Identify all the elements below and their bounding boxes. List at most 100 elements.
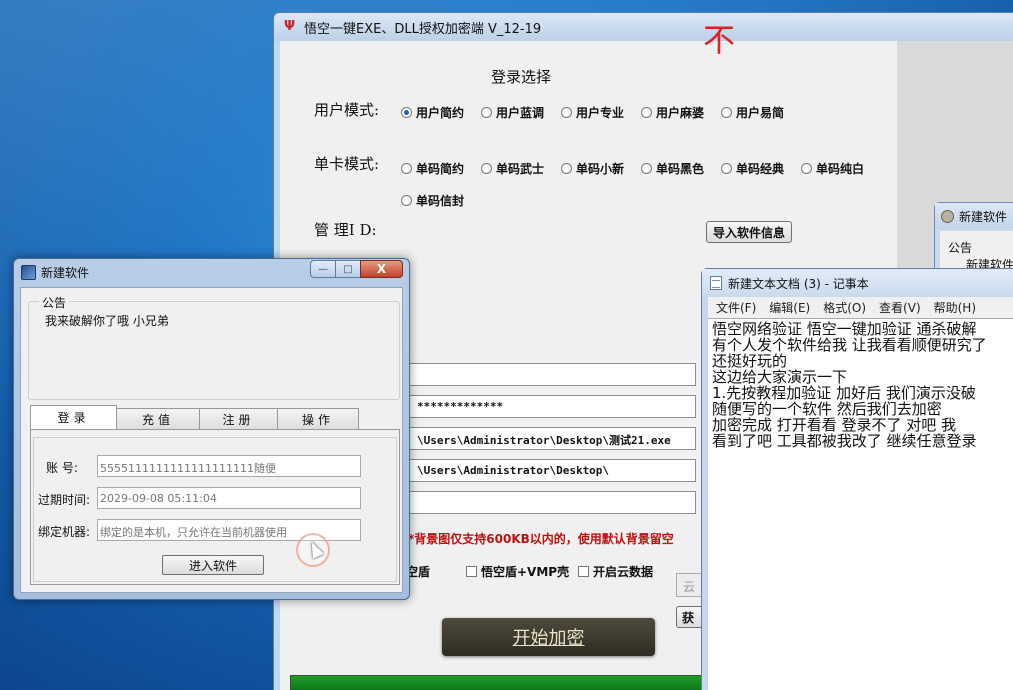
- enter-software-button[interactable]: 进入软件: [162, 555, 264, 575]
- radio-card-black[interactable]: 单码黑色: [641, 160, 704, 177]
- card-mode-label: 单卡模式:: [314, 155, 380, 173]
- radio-card-envelope[interactable]: 单码信封: [401, 192, 464, 209]
- tab-register[interactable]: 注册: [199, 408, 278, 429]
- progress-bar: [290, 675, 715, 690]
- radio-dot: [481, 107, 492, 118]
- app-icon: [941, 209, 954, 223]
- login-client-area: 公告 我来破解你了哦 小兄弟 登录 充值 注册 操作 账 号: 55551111…: [20, 287, 403, 593]
- window-controls: — □ X: [310, 260, 403, 278]
- notepad-title: 新建文本文档 (3) - 记事本: [728, 276, 869, 291]
- expiry-input[interactable]: 2029-09-08 05:11:04: [97, 487, 361, 509]
- notepad-icon: [710, 276, 722, 290]
- main-text-field[interactable]: [406, 363, 696, 386]
- login-title-bar[interactable]: 新建软件 — □ X: [14, 259, 409, 286]
- start-encrypt-button[interactable]: 开始加密: [442, 618, 655, 656]
- radio-card-white[interactable]: 单码纯白: [801, 160, 864, 177]
- radio-card-simple[interactable]: 单码简约: [401, 160, 464, 177]
- radio-dot: [801, 163, 812, 174]
- menu-view[interactable]: 查看(V): [879, 299, 921, 316]
- account-label: 账 号:: [46, 461, 78, 475]
- main-title-bar[interactable]: Ψ 悟空一键EXE、DLL授权加密端 V_12-19: [274, 13, 1013, 41]
- radio-user-blue[interactable]: 用户蓝调: [481, 104, 544, 121]
- tab-login[interactable]: 登录: [30, 405, 117, 429]
- radio-card-samurai[interactable]: 单码武士: [481, 160, 544, 177]
- login-tab-panel: 账 号: 5555111111111111111111随便 过期时间: 2029…: [30, 429, 400, 585]
- user-mode-label: 用户模式:: [314, 101, 380, 119]
- notepad-text-area[interactable]: 悟空网络验证 悟空一键加验证 通杀破解 有个人发个软件给我 让我看看顺便研究了 …: [708, 318, 1013, 690]
- text-line: 加密完成 打开看看 登录不了 对吧 我: [712, 416, 957, 434]
- radio-card-xiaoxin[interactable]: 单码小新: [561, 160, 624, 177]
- radio-user-pro[interactable]: 用户专业: [561, 104, 624, 121]
- radio-label: 单码经典: [736, 162, 785, 176]
- menu-help[interactable]: 帮助(H): [934, 299, 976, 316]
- exe-path-field[interactable]: \Users\Administrator\Desktop\测试21.exe: [406, 427, 696, 450]
- minimize-button[interactable]: —: [310, 260, 336, 278]
- notepad-window: 新建文本文档 (3) - 记事本 文件(F) 编辑(E) 格式(O) 查看(V)…: [701, 268, 1013, 690]
- radio-label: 单码武士: [496, 162, 545, 176]
- radio-user-mapo[interactable]: 用户麻婆: [641, 104, 704, 121]
- maximize-button[interactable]: □: [335, 260, 361, 278]
- get-button[interactable]: 获: [676, 606, 704, 628]
- background-note: *背景图仅支持600KB以内的，使用默认背景留空: [408, 532, 674, 546]
- radio-card-classic[interactable]: 单码经典: [721, 160, 784, 177]
- radio-label: 单码纯白: [816, 162, 865, 176]
- radio-dot: [401, 195, 412, 206]
- account-input[interactable]: 5555111111111111111111随便: [97, 455, 361, 477]
- import-software-button[interactable]: 导入软件信息: [706, 221, 792, 243]
- radio-label: 单码小新: [576, 162, 625, 176]
- radio-label: 用户专业: [576, 106, 625, 120]
- checkbox-cloud-data[interactable]: 开启云数据: [578, 563, 653, 580]
- radio-label: 用户麻婆: [656, 106, 705, 120]
- password-field[interactable]: *************: [406, 395, 696, 418]
- notice-text: 我来破解你了哦 小兄弟: [45, 314, 169, 328]
- notepad-menu-bar: 文件(F) 编辑(E) 格式(O) 查看(V) 帮助(H): [708, 297, 1013, 318]
- partial-title-bar[interactable]: 新建软件: [935, 203, 1013, 229]
- close-button[interactable]: X: [360, 260, 403, 278]
- radio-label: 用户易简: [736, 106, 785, 120]
- partial-window-title: 新建软件: [959, 209, 1008, 224]
- tab-operation[interactable]: 操作: [277, 408, 359, 429]
- notepad-title-bar[interactable]: 新建文本文档 (3) - 记事本: [702, 269, 1013, 297]
- radio-label: 单码信封: [416, 194, 465, 208]
- radio-user-simple[interactable]: 用户简约: [401, 104, 464, 121]
- radio-label: 单码黑色: [656, 162, 705, 176]
- radio-dot: [641, 107, 652, 118]
- checkbox-box: [466, 566, 477, 577]
- admin-id-label: 管 理I D:: [314, 221, 377, 239]
- output-dir-field[interactable]: \Users\Administrator\Desktop\: [406, 459, 696, 482]
- radio-dot: [721, 163, 732, 174]
- radio-user-easy[interactable]: 用户易简: [721, 104, 784, 121]
- radio-label: 单码简约: [416, 162, 465, 176]
- login-window: 新建软件 — □ X 公告 我来破解你了哦 小兄弟 登录 充值 注册 操作 账 …: [13, 258, 410, 600]
- radio-dot: [641, 163, 652, 174]
- radio-label: 用户蓝调: [496, 106, 545, 120]
- checkbox-box: [578, 566, 589, 577]
- radio-dot: [481, 163, 492, 174]
- notice-group: 公告 我来破解你了哦 小兄弟: [28, 294, 400, 400]
- menu-file[interactable]: 文件(F): [716, 299, 756, 316]
- radio-dot: [721, 107, 732, 118]
- red-banner-text: 不: [703, 21, 736, 59]
- text-line: 有个人发个软件给我 让我看看顺便研究了: [712, 336, 987, 354]
- checkbox-wukong-vmp[interactable]: 悟空盾+VMP壳: [466, 563, 569, 580]
- checkbox-label: 开启云数据: [593, 565, 654, 579]
- main-window-title: 悟空一键EXE、DLL授权加密端 V_12-19: [304, 21, 542, 37]
- background-image-field[interactable]: [406, 491, 696, 514]
- text-line: 这边给大家演示一下: [712, 368, 848, 386]
- text-line: 1.先按教程加验证 加好后 我们演示没破: [712, 384, 976, 402]
- partial-notice-label: 公告: [948, 241, 973, 255]
- login-window-title: 新建软件: [41, 266, 90, 280]
- login-form: 账 号: 5555111111111111111111随便 过期时间: 2029…: [33, 437, 397, 582]
- radio-dot-selected: [401, 107, 412, 118]
- tab-recharge[interactable]: 充值: [116, 408, 200, 429]
- radio-dot: [401, 163, 412, 174]
- expiry-label: 过期时间:: [38, 493, 91, 507]
- menu-edit[interactable]: 编辑(E): [769, 299, 810, 316]
- text-line: 随便写的一个软件 然后我们去加密: [712, 400, 942, 418]
- menu-format[interactable]: 格式(O): [823, 299, 866, 316]
- login-select-title: 登录选择: [491, 68, 552, 86]
- machine-label: 绑定机器:: [38, 525, 91, 539]
- app-trident-icon: Ψ: [284, 19, 296, 34]
- notice-label: 公告: [39, 294, 70, 311]
- login-tabs: 登录 充值 注册 操作: [30, 405, 359, 429]
